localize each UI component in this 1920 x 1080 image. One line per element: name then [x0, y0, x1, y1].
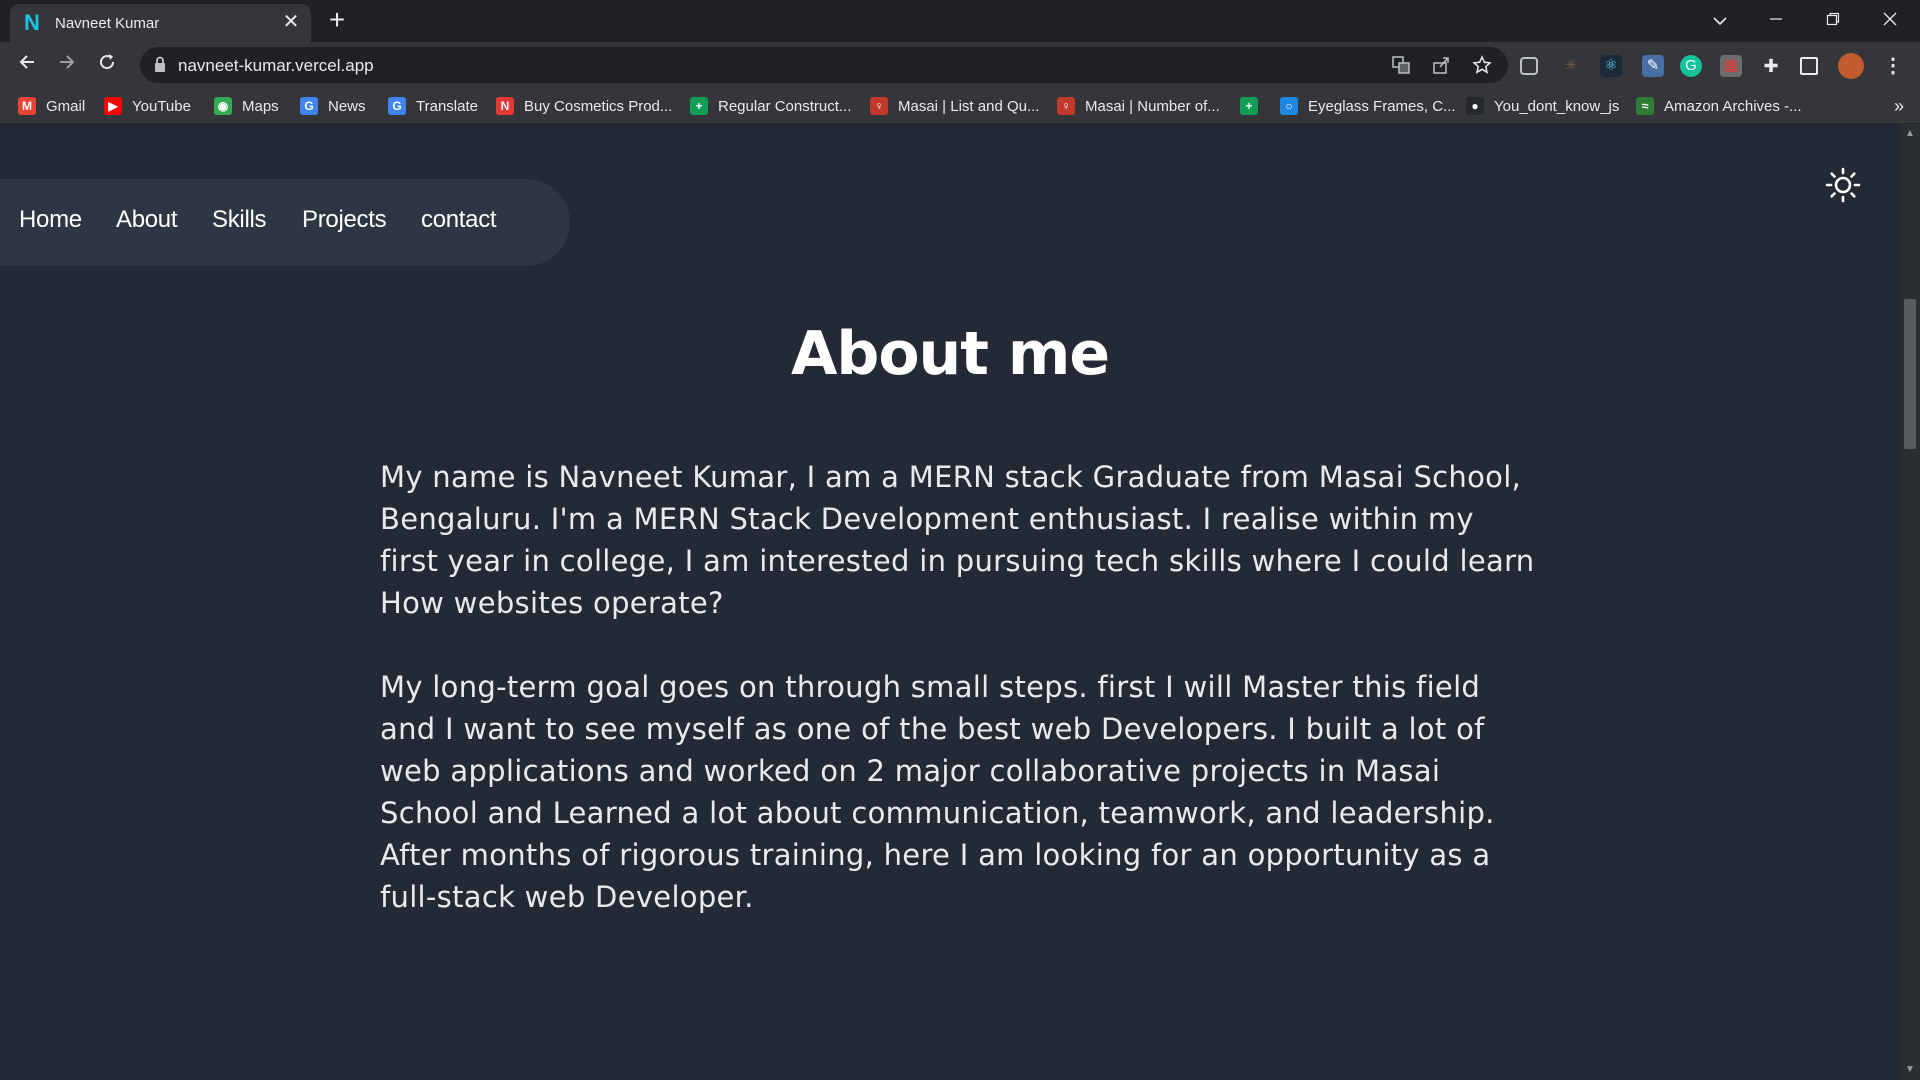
bookmark-item[interactable]: ▶ YouTube — [104, 96, 191, 116]
maps-icon: ◉ — [214, 97, 232, 115]
gmail-icon: M — [18, 97, 36, 115]
bookmark-label: Buy Cosmetics Prod... — [524, 97, 673, 115]
bookmark-item[interactable]: G Translate — [388, 96, 478, 116]
sheets-icon: + — [690, 97, 708, 115]
theme-toggle-sun-icon[interactable] — [1824, 166, 1862, 204]
portfolio-page: Home About Skills Projects contact About… — [0, 124, 1900, 1080]
youtube-icon: ▶ — [104, 97, 122, 115]
forward-arrow-icon[interactable] — [52, 50, 82, 80]
bookmark-item[interactable]: ● You_dont_know_js — [1466, 96, 1619, 116]
bookmark-label: You_dont_know_js — [1494, 97, 1620, 115]
amazon-icon: ≈ — [1636, 97, 1654, 115]
side-panel-icon[interactable] — [1800, 57, 1818, 75]
tab-title: Navneet Kumar — [55, 15, 160, 32]
browser-tab[interactable]: N Navneet Kumar ✕ — [10, 4, 311, 42]
bookmark-item[interactable]: M Gmail — [18, 96, 85, 116]
nav-about-link[interactable]: About — [116, 206, 178, 234]
bookmark-star-icon[interactable] — [1471, 55, 1493, 77]
lock-icon — [155, 56, 165, 72]
bookmark-label: Amazon Archives -... — [1664, 97, 1802, 115]
profile-avatar[interactable] — [1838, 53, 1864, 79]
bookmark-item[interactable]: + — [1240, 96, 1268, 116]
share-icon[interactable] — [1430, 55, 1452, 77]
scroll-thumb[interactable] — [1904, 299, 1916, 449]
back-arrow-icon[interactable] — [12, 50, 42, 80]
address-bar[interactable]: navneet-kumar.vercel.app — [140, 47, 1508, 83]
translate-page-icon[interactable] — [1390, 55, 1412, 77]
bookmarks-bar: » M Gmail ▶ YouTube ◉ Maps G News G Translate N Buy… — [0, 89, 1920, 123]
scroll-up-icon[interactable]: ▲ — [1904, 128, 1916, 140]
bookmark-label: Masai | List and Qu... — [898, 97, 1040, 115]
menu-kebab-icon[interactable]: ⋮ — [1882, 55, 1904, 77]
bookmark-label: Maps — [242, 97, 279, 115]
page-scrollbar[interactable]: ▲ ▼ — [1900, 124, 1920, 1080]
bookmark-item[interactable]: N Buy Cosmetics Prod... — [496, 96, 672, 116]
masai-icon: ♀ — [870, 97, 888, 115]
about-paragraph-1: My name is Navneet Kumar, I am a MERN st… — [380, 460, 1535, 620]
bookmark-item[interactable]: ♀ Masai | List and Qu... — [870, 96, 1039, 116]
bookmark-item[interactable]: ♀ Masai | Number of... — [1057, 96, 1220, 116]
nav-projects-link[interactable]: Projects — [302, 206, 387, 234]
bookmark-item[interactable]: ◉ Maps — [214, 96, 279, 116]
extension-calendar-icon[interactable]: ▦ — [1720, 55, 1742, 77]
sheets-icon: + — [1240, 97, 1258, 115]
bookmark-label: News — [328, 97, 366, 115]
extension-pin-icon[interactable]: ✎ — [1642, 55, 1664, 77]
bookmark-label: Translate — [416, 97, 478, 115]
extension-bug-icon[interactable]: ✳ — [1560, 55, 1582, 77]
grammarly-icon[interactable]: G — [1680, 55, 1702, 77]
react-devtools-icon[interactable]: ⚛ — [1600, 55, 1622, 77]
nav-home-link[interactable]: Home — [19, 206, 82, 234]
tab-strip: N Navneet Kumar ✕ + — [0, 0, 1920, 42]
new-tab-button[interactable]: + — [324, 6, 350, 34]
about-paragraph-2: My long-term goal goes on through small … — [380, 670, 1495, 914]
bookmark-item[interactable]: + Regular Construct... — [690, 96, 851, 116]
close-window-icon[interactable] — [1870, 6, 1910, 34]
bookmark-item[interactable]: ○ Eyeglass Frames, C... — [1280, 96, 1456, 116]
page-title: About me — [790, 319, 1110, 389]
restore-icon[interactable] — [1813, 6, 1853, 34]
eyeglass-icon: ○ — [1280, 97, 1298, 115]
bookmark-label: Eyeglass Frames, C... — [1308, 97, 1456, 115]
news-icon: G — [300, 97, 318, 115]
bookmark-label: Masai | Number of... — [1085, 97, 1220, 115]
masai-icon: ♀ — [1057, 97, 1075, 115]
site-favicon-icon: N — [24, 10, 40, 35]
bookmark-item[interactable]: ≈ Amazon Archives -... — [1636, 96, 1802, 116]
reload-icon[interactable] — [92, 50, 122, 80]
bookmark-label: YouTube — [132, 97, 191, 115]
nav-skills-link[interactable]: Skills — [212, 206, 267, 234]
scroll-down-icon[interactable]: ▼ — [1904, 1064, 1916, 1076]
extension-square-icon[interactable] — [1520, 57, 1538, 75]
bookmark-label: Regular Construct... — [718, 97, 852, 115]
minimize-icon[interactable] — [1756, 6, 1796, 34]
translate-icon: G — [388, 97, 406, 115]
nav-contact-link[interactable]: contact — [421, 206, 497, 234]
extensions-puzzle-icon[interactable]: ✚ — [1760, 55, 1782, 77]
bookmark-label: Gmail — [46, 97, 86, 115]
url-text: navneet-kumar.vercel.app — [178, 56, 374, 75]
browser-toolbar: navneet-kumar.vercel.app ✳ ⚛ ✎ G ▦ ✚ ⋮ — [0, 42, 1920, 89]
bookmark-item[interactable]: G News — [300, 96, 366, 116]
close-tab-icon[interactable]: ✕ — [281, 12, 301, 32]
cosmetics-icon: N — [496, 97, 514, 115]
tab-search-icon[interactable] — [1700, 6, 1740, 34]
github-icon: ● — [1466, 97, 1484, 115]
bookmarks-overflow-icon[interactable]: » — [1894, 96, 1904, 116]
